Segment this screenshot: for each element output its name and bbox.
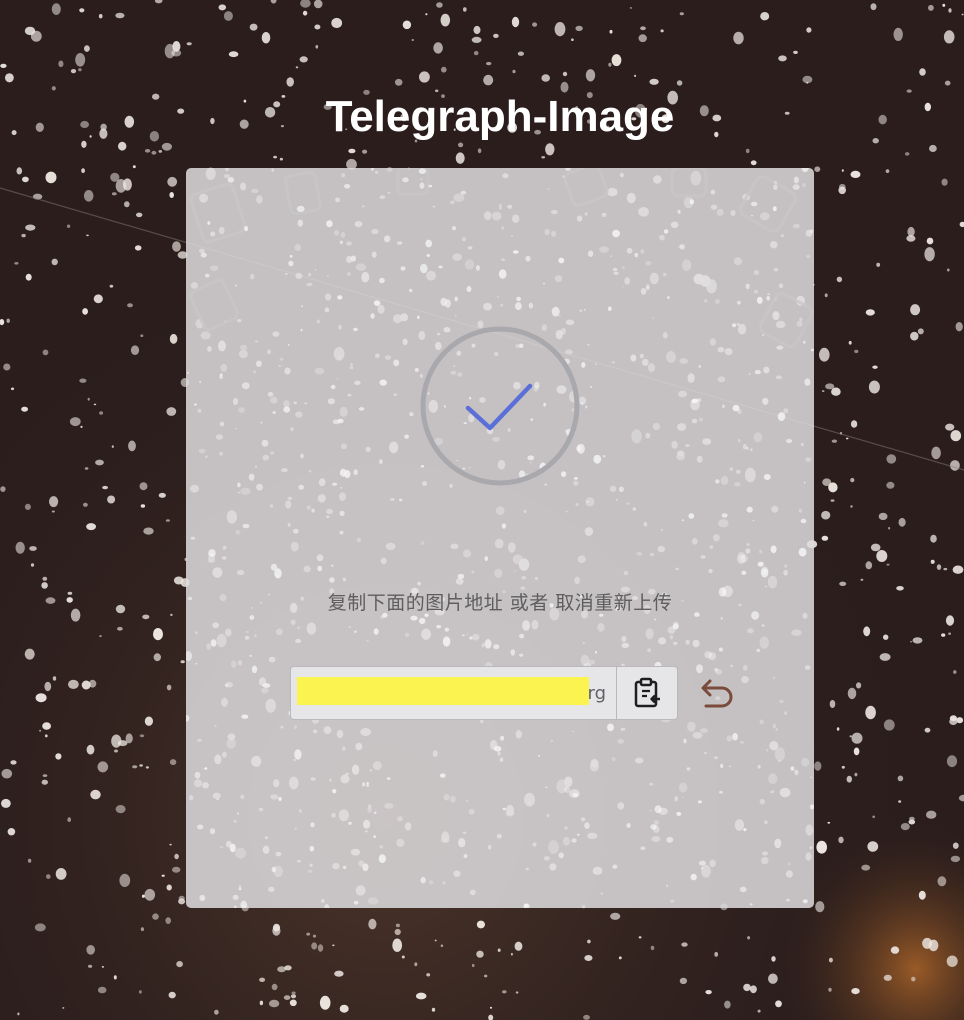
undo-icon: [701, 679, 733, 708]
upload-message: 复制下面的图片地址 或者 取消重新上传: [327, 592, 673, 614]
check-circle-icon: [420, 326, 580, 486]
url-field-group: [290, 666, 678, 720]
redaction-highlight: [297, 677, 589, 705]
card-decoration: [186, 168, 814, 908]
page-title: Telegraph-Image: [325, 92, 675, 141]
copy-url-button[interactable]: [616, 667, 677, 719]
reupload-button[interactable]: [694, 674, 738, 712]
upload-card: 复制下面的图片地址 或者 取消重新上传: [186, 168, 814, 908]
clipboard-icon: [634, 677, 660, 708]
